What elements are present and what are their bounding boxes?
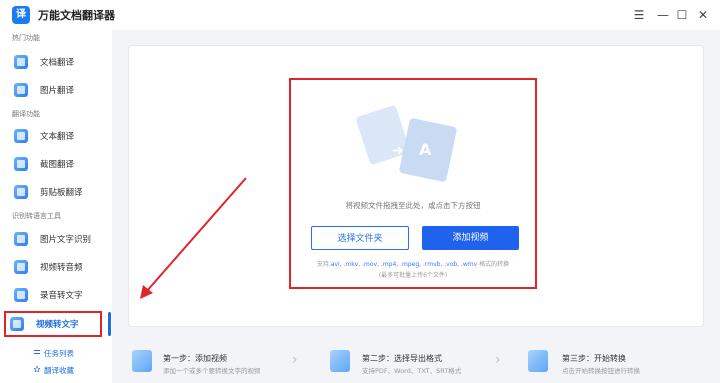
star-icon	[34, 366, 40, 372]
translation-favorites-link[interactable]: 翻译收藏	[44, 365, 74, 376]
step-3-desc: 点击开始转换按钮进行转换	[562, 367, 640, 375]
maximize-icon[interactable]: ☐	[673, 6, 691, 24]
supported-formats: 支持.avi, .mkv, .mov, .mp4, .mpeg, .rmvb, …	[316, 261, 510, 268]
step-2-title: 第二步：选择导出格式	[362, 354, 442, 363]
clipboard-icon	[14, 185, 28, 199]
drop-zone[interactable]	[289, 78, 537, 289]
sidebar-section-hot: 热门功能	[12, 34, 40, 42]
close-icon[interactable]: ✕	[694, 6, 712, 24]
sidebar-item-screenshot-translate[interactable]: 截图翻译	[10, 152, 106, 176]
sidebar-item-image-ocr[interactable]: 图片文字识别	[10, 227, 106, 251]
app-logo-icon: 译	[12, 6, 30, 24]
sidebar-item-doc-translate[interactable]: 文档翻译	[10, 50, 106, 74]
task-list-link[interactable]: 任务列表	[44, 348, 74, 359]
step-1-desc: 添加一个或多个要转换文字的视频	[163, 367, 261, 375]
export-format-step-icon	[330, 350, 350, 372]
title-bar: 译 万能文档翻译器 ☰ — ☐ ✕	[0, 0, 720, 30]
screenshot-icon	[14, 157, 28, 171]
chevron-right-icon: ›	[495, 352, 501, 368]
format-list: .avi, .mkv, .mov, .mp4, .mpeg, .rmvb, .v…	[328, 261, 478, 268]
image-icon	[14, 83, 28, 97]
add-video-step-icon	[132, 350, 152, 372]
sidebar-item-text-translate[interactable]: 文本翻译	[10, 124, 106, 148]
sidebar-item-video-to-audio[interactable]: 视频转音频	[10, 255, 106, 279]
convert-arrow-icon: ➜	[392, 143, 404, 159]
menu-icon[interactable]: ☰	[630, 6, 648, 24]
document-icon	[14, 55, 28, 69]
step-3-title: 第三步：开始转换	[562, 354, 626, 363]
step-2-desc: 支持PDF、Word、TXT、SRT格式	[362, 367, 462, 375]
sidebar-item-video-to-text[interactable]: 视频转文字	[4, 311, 102, 337]
select-folder-button[interactable]: 选择文件夹	[311, 226, 409, 250]
ocr-icon	[14, 232, 28, 246]
sidebar-section-recognition: 识别转语言工具	[12, 212, 61, 220]
video-text-icon	[10, 317, 24, 331]
sidebar-section-translate: 翻译功能	[12, 110, 40, 118]
start-convert-step-icon	[528, 350, 548, 372]
video-audio-icon	[14, 260, 28, 274]
upload-limit-note: (最多可批量上传6个文件)	[378, 272, 448, 279]
step-1-title: 第一步：添加视频	[163, 354, 227, 363]
sidebar-item-clipboard-translate[interactable]: 剪贴板翻译	[10, 180, 106, 204]
sidebar-item-recording-to-text[interactable]: 录音转文字	[10, 283, 106, 307]
add-video-button[interactable]: 添加视频	[422, 226, 519, 250]
active-indicator	[108, 312, 111, 336]
text-icon	[14, 129, 28, 143]
minimize-icon[interactable]: —	[654, 6, 672, 24]
translate-a-icon: A	[419, 140, 432, 159]
chevron-right-icon: ›	[292, 352, 298, 368]
list-icon	[34, 350, 40, 354]
microphone-icon	[14, 288, 28, 302]
drop-hint: 将视频文件拖拽至此处，或点击下方按钮	[345, 201, 481, 210]
app-title: 万能文档翻译器	[38, 9, 115, 22]
sidebar-item-image-translate[interactable]: 图片翻译	[10, 78, 106, 102]
